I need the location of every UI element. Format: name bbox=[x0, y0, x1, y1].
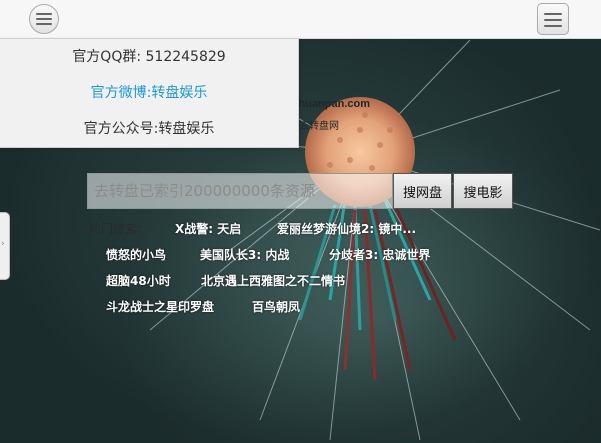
search-netdisk-button[interactable]: 搜网盘 bbox=[393, 173, 452, 209]
dropdown-item-qq-group[interactable]: 官方QQ群: 512245829 bbox=[0, 39, 298, 75]
top-bar bbox=[0, 0, 601, 39]
left-menu-button[interactable] bbox=[29, 4, 59, 34]
chevron-right-icon: › bbox=[1, 239, 5, 249]
hot-search-link[interactable]: 斗龙战士之星印罗盘 bbox=[106, 298, 214, 315]
hot-search-link[interactable]: 愤怒的小鸟 bbox=[106, 246, 166, 263]
logo-domain: zhuanpan.com bbox=[293, 98, 371, 110]
logo-tagline: 去转盘网 bbox=[299, 121, 339, 132]
search-input[interactable] bbox=[87, 173, 393, 209]
dropdown-item-wechat[interactable]: 官方公众号:转盘娱乐 bbox=[0, 111, 298, 147]
hot-search-link[interactable]: X战警: 天启 bbox=[175, 220, 241, 237]
hot-search-link[interactable]: 分歧者3: 忠诚世界 bbox=[329, 246, 430, 263]
side-expand-tab[interactable]: › bbox=[0, 212, 10, 280]
search-movie-button[interactable]: 搜电影 bbox=[453, 173, 513, 209]
hot-search-link[interactable]: 美国队长3: 内战 bbox=[200, 246, 289, 263]
hot-search-link[interactable]: 超脑48小时 bbox=[106, 272, 171, 289]
hot-search-link[interactable]: 爱丽丝梦游仙境2: 镜中... bbox=[277, 220, 416, 237]
dropdown-item-weibo[interactable]: 官方微博:转盘娱乐 bbox=[0, 75, 298, 111]
hot-search-link[interactable]: 北京遇上西雅图之不二情书 bbox=[201, 272, 345, 289]
hot-search-label: 热门搜索: bbox=[89, 222, 142, 236]
contact-dropdown: 官方QQ群: 512245829 官方微博:转盘娱乐 官方公众号:转盘娱乐 bbox=[0, 38, 299, 148]
hot-search-link[interactable]: 百鸟朝凤 bbox=[252, 298, 300, 315]
right-menu-button[interactable] bbox=[537, 3, 569, 35]
